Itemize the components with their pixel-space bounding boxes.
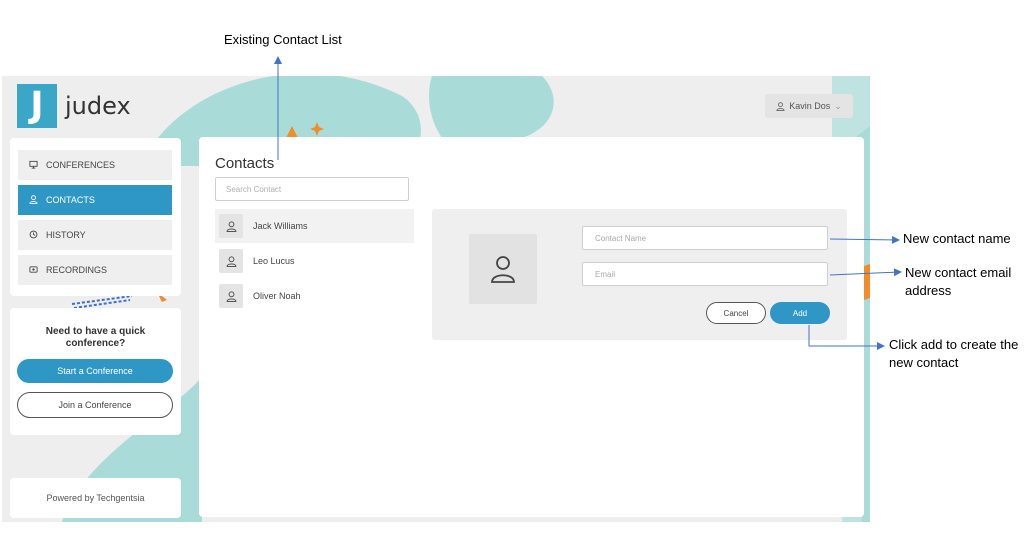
arrow-click-add [808, 325, 885, 350]
arrow-new-email [829, 268, 902, 277]
annotation-arrows [274, 56, 902, 350]
arrow-new-name [829, 235, 900, 244]
